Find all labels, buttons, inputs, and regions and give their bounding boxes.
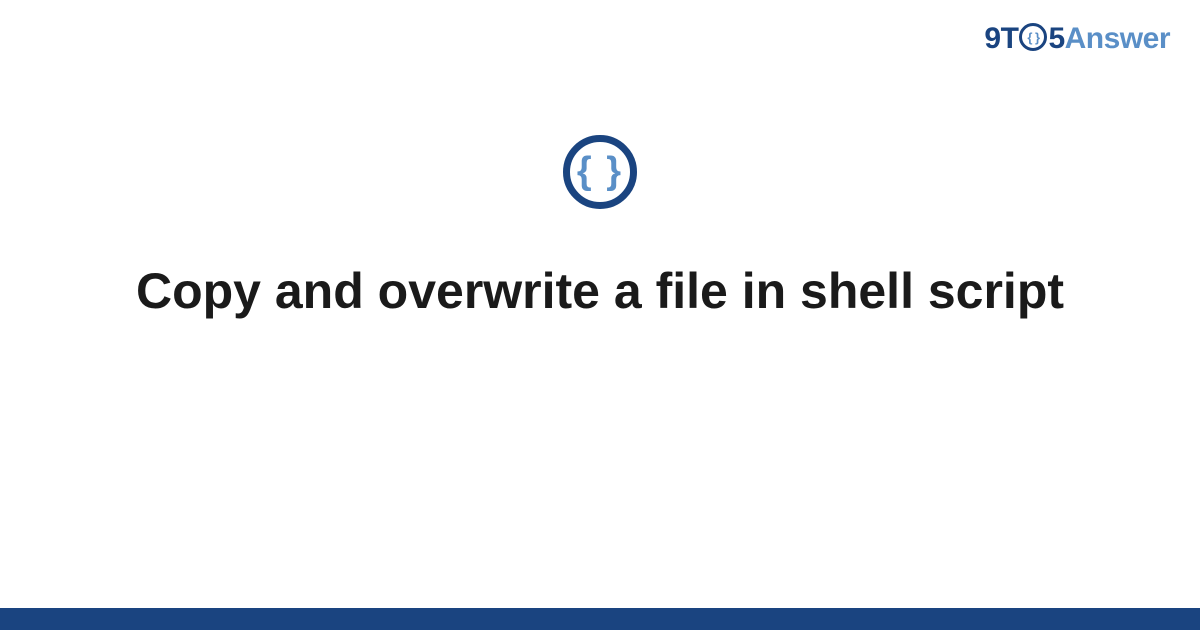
site-logo: 9T { } 5Answer (984, 22, 1170, 56)
code-braces-icon: { } (563, 135, 637, 209)
page-title: Copy and overwrite a file in shell scrip… (0, 260, 1200, 323)
logo-nine: 9 (984, 22, 1000, 55)
logo-five: 5 (1048, 22, 1064, 55)
logo-o-circle: { } (1019, 23, 1047, 51)
logo-t: T (1001, 22, 1019, 55)
logo-answer: Answer (1065, 22, 1170, 55)
braces-glyph: { } (577, 152, 623, 190)
logo-o-inner-braces: { } (1027, 31, 1039, 44)
footer-accent-bar (0, 608, 1200, 630)
